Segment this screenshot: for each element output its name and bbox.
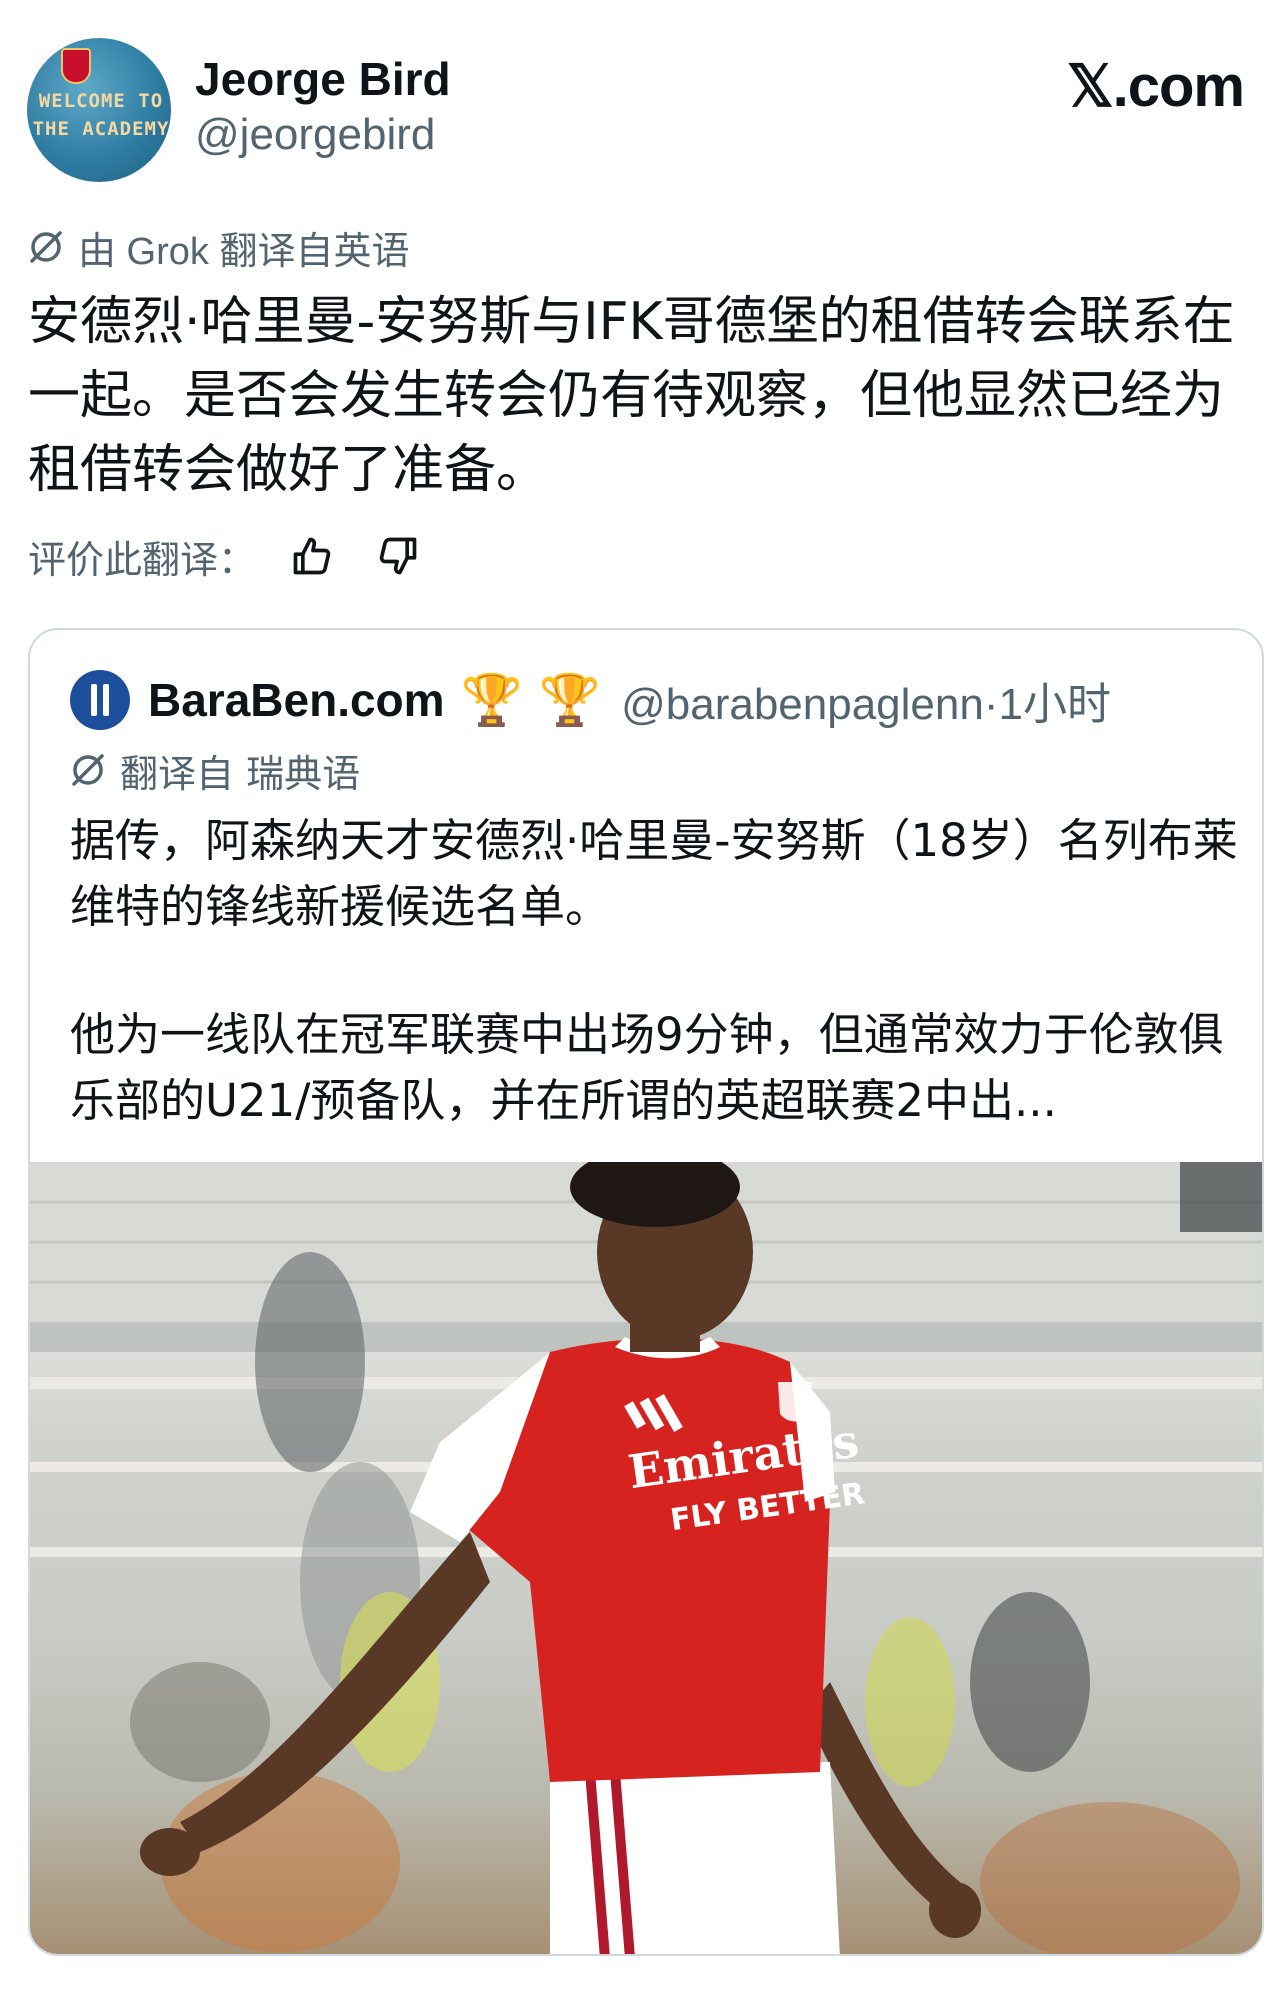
quoted-handle-text[interactable]: @barabenpaglenn — [621, 680, 984, 729]
thumbs-down-button[interactable] — [368, 528, 428, 584]
post-text: 安德烈·哈里曼-安努斯与IFK哥德堡的租借转会联系在一起。是否会发生转会仍有待观… — [28, 292, 1235, 500]
separator-dot: · — [983, 680, 999, 729]
quoted-timestamp[interactable]: 1小时 — [999, 680, 1111, 729]
grok-icon — [30, 231, 62, 263]
arsenal-crest-icon — [61, 48, 91, 84]
quoted-tweet-photo[interactable]: Emirates FLY BETTER — [30, 1162, 1262, 1954]
quoted-paragraph-2: 他为一线队在冠军联赛中出场9分钟，但通常效力于伦敦俱乐部的U21/预备队，并在所… — [70, 1008, 1224, 1127]
quoted-author-avatar[interactable] — [70, 670, 130, 730]
quoted-translation-text: 翻译自 瑞典语 — [120, 751, 361, 796]
quoted-author-handle: @barabenpaglenn·1小时 — [621, 668, 1111, 732]
author-handle[interactable]: @jeorgebird — [195, 110, 435, 160]
quoted-translation-label: 翻译自 瑞典语 — [70, 744, 360, 796]
quoted-tweet-header: BaraBen.com 🏆 🏆 @barabenpaglenn·1小时 — [70, 668, 1111, 732]
grok-icon — [72, 754, 104, 786]
tweet-header: WELCOME TO THE ACADEMY Jeorge Bird @jeor… — [0, 0, 1284, 200]
translation-label: 由 Grok 翻译自英语 — [28, 222, 410, 273]
quoted-author-name[interactable]: BaraBen.com — [148, 673, 445, 727]
quoted-tweet-text: 据传，阿森纳天才安德烈·哈里曼-安努斯（18岁）名列布莱维特的锋线新援候选名单。… — [70, 808, 1250, 1134]
author-avatar[interactable]: WELCOME TO THE ACADEMY — [27, 38, 171, 182]
avatar-text-line2: THE ACADEMY — [32, 118, 170, 140]
quoted-paragraph-1: 据传，阿森纳天才安德烈·哈里曼-安努斯（18岁）名列布莱维特的锋线新援候选名单。 — [70, 814, 1238, 933]
thumbs-down-icon — [379, 537, 417, 575]
thumbs-up-icon — [293, 537, 331, 575]
rate-translation-label: 评价此翻译： — [28, 537, 257, 582]
trophy-icon: 🏆 — [538, 671, 602, 729]
trophy-icon: 🏆 — [460, 671, 523, 729]
football-player-image: Emirates FLY BETTER — [30, 1162, 1262, 1954]
avatar-text-line1: WELCOME TO — [38, 90, 164, 112]
thumbs-up-button[interactable] — [282, 528, 342, 584]
rate-translation: 评价此翻译： — [28, 528, 428, 584]
translation-label-text: 由 Grok 翻译自英语 — [78, 230, 410, 273]
quoted-tweet[interactable]: BaraBen.com 🏆 🏆 @barabenpaglenn·1小时 翻译自 … — [28, 628, 1264, 1956]
x-logo: 𝕏.com — [1066, 54, 1245, 119]
baraben-logo-icon — [91, 684, 109, 716]
author-name[interactable]: Jeorge Bird — [195, 52, 451, 106]
